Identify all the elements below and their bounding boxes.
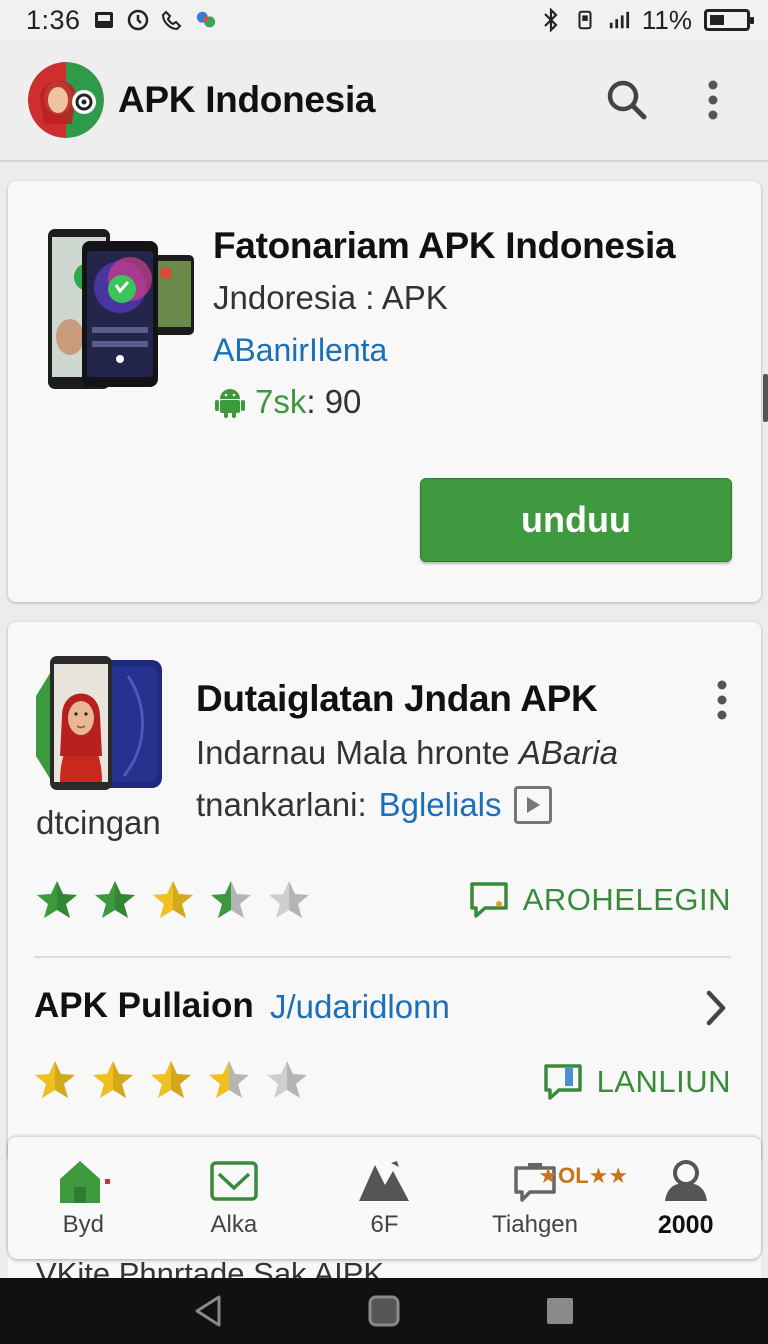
star-icon [151, 1061, 191, 1098]
listing-app-thumbnail [36, 656, 166, 792]
nav-label-home: Byd [62, 1211, 104, 1238]
reviews-label: AROHELEGIN [522, 882, 731, 917]
star-icon [37, 881, 77, 918]
listing-app-title[interactable]: Dutaiglatan Jndan APK [196, 678, 598, 720]
overflow-menu-button[interactable] [688, 75, 738, 125]
nav-item-home[interactable]: Byd [8, 1137, 159, 1259]
android-icon [215, 389, 245, 418]
star-icon [35, 1061, 75, 1098]
reviews-button[interactable]: AROHELEGIN [469, 880, 731, 920]
app-notification-icon [195, 9, 217, 31]
secondary-app-link[interactable]: J/udaridlonn [270, 988, 450, 1026]
listing-description-text: Indarnau Mala hronte [196, 734, 519, 771]
star-icon [211, 881, 251, 918]
bottom-navigation: Byd Alka 6F Tiahgen ★OL★★ 2000 [8, 1137, 761, 1259]
reviews-label-secondary: LANLIUN [596, 1064, 731, 1099]
rating-stars-secondary [32, 1058, 310, 1104]
listing-meta-link[interactable]: Bglelials [379, 786, 502, 824]
comment-icon [469, 882, 508, 918]
secondary-app-title[interactable]: APK Pullaion [34, 986, 254, 1026]
listing-description: Indarnau Mala hronte ABaria [196, 734, 618, 772]
comment-icon [543, 1064, 582, 1100]
play-icon [526, 797, 540, 813]
featured-app-category: Jndoresia : APK [213, 279, 448, 316]
home-icon [56, 1157, 111, 1205]
bluetooth-icon [540, 8, 562, 32]
nav-item-messages[interactable]: Tiahgen [460, 1137, 611, 1259]
recents-square-icon [547, 1298, 573, 1324]
version-prefix: 7sk [255, 383, 307, 420]
rating-stars [34, 878, 312, 924]
listing-thumbnail-caption: dtcingan [36, 804, 161, 841]
divider [34, 956, 731, 958]
nav-item-inbox[interactable]: Alka [159, 1137, 310, 1259]
vibrate-icon [574, 9, 596, 31]
chevron-right-icon[interactable] [701, 988, 731, 1028]
nav-rating-badge: ★OL★★ [538, 1163, 629, 1188]
nav-label-messages: Tiahgen [492, 1211, 578, 1238]
more-vert-icon [717, 680, 727, 720]
back-button[interactable] [186, 1289, 230, 1333]
apps-icon [357, 1157, 411, 1205]
star-icon [267, 1061, 307, 1098]
gallery-notification-icon [93, 9, 115, 31]
clock-notification-icon [127, 9, 149, 31]
app-listing-card[interactable]: dtcingan Dutaiglatan Jndan APK Indarnau … [8, 622, 761, 1162]
star-icon [93, 1061, 133, 1098]
featured-app-developer-link[interactable]: ABanirIlenta [213, 332, 387, 369]
featured-app-card[interactable]: Fatonariam APK Indonesia Jndoresia : APK… [8, 181, 761, 602]
battery-percent: 11% [641, 4, 692, 35]
search-icon [607, 80, 647, 120]
app-bar: APK Indonesia [0, 40, 768, 162]
battery-icon [704, 9, 754, 31]
profile-icon [659, 1157, 713, 1205]
app-title: APK Indonesia [118, 79, 376, 120]
version-number: : 90 [306, 383, 362, 420]
nav-label-profile: 2000 [657, 1210, 714, 1239]
scrollbar[interactable] [763, 374, 768, 422]
listing-more-button[interactable] [707, 678, 737, 722]
search-button[interactable] [602, 75, 652, 125]
recents-button[interactable] [538, 1289, 582, 1333]
listing-meta-row: tnankarlani: Bglelials [196, 786, 552, 824]
status-bar: 1:36 11% [0, 0, 768, 40]
listing-meta-label: tnankarlani: [196, 786, 367, 823]
nav-label-apps: 6F [370, 1211, 399, 1238]
reviews-button-secondary[interactable]: LANLIUN [543, 1062, 731, 1102]
star-icon [95, 881, 135, 918]
signal-icon [608, 9, 630, 31]
nav-item-apps[interactable]: 6F [309, 1137, 460, 1259]
home-button[interactable] [362, 1289, 406, 1333]
more-vert-icon [708, 80, 718, 120]
star-icon [153, 881, 193, 918]
featured-app-title[interactable]: Fatonariam APK Indonesia [213, 225, 676, 267]
home-square-icon [368, 1295, 400, 1327]
back-triangle-icon [195, 1295, 221, 1327]
play-video-button[interactable] [513, 786, 552, 824]
featured-app-thumbnail [48, 229, 196, 399]
inbox-icon [207, 1157, 261, 1205]
star-icon [209, 1061, 249, 1098]
nav-label-inbox: Alka [210, 1211, 258, 1238]
phone-notification-icon [161, 9, 183, 31]
status-time: 1:36 [26, 4, 81, 35]
featured-app-version: 7sk: 90 [213, 383, 361, 421]
star-icon [269, 881, 309, 918]
nav-item-profile[interactable]: ★OL★★ 2000 [538, 1137, 761, 1259]
system-navigation-bar [0, 1278, 768, 1344]
listing-description-emphasis: ABaria [518, 734, 618, 771]
download-button[interactable]: unduu [420, 478, 732, 562]
app-logo[interactable] [28, 62, 104, 138]
